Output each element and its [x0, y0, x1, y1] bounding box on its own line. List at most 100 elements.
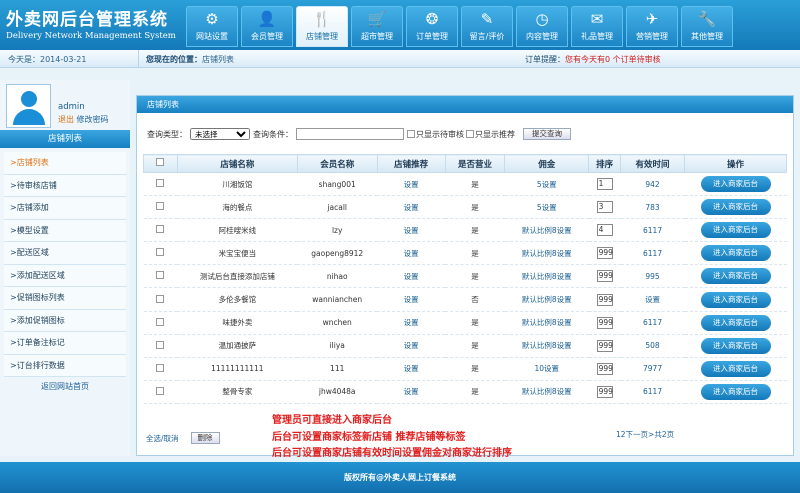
row-checkbox[interactable] — [156, 179, 165, 188]
commission-link[interactable]: 默认比例8设置 — [522, 249, 572, 258]
commission-link[interactable]: 默认比例8设置 — [522, 341, 572, 350]
valid-time[interactable]: 783 — [645, 203, 659, 212]
valid-time[interactable]: 设置 — [645, 295, 660, 304]
order-notice[interactable]: 订单提醒：您有今天有0 个订单待审核 — [525, 54, 661, 65]
sort-input[interactable]: 999 — [596, 293, 613, 306]
enter-shop-admin-button[interactable]: 进入商家后台 — [700, 245, 771, 262]
query-button[interactable]: 提交查询 — [523, 128, 571, 140]
recommend-link[interactable]: 设置 — [404, 295, 419, 304]
recommend-link[interactable]: 设置 — [404, 249, 419, 258]
row-checkbox[interactable] — [156, 248, 165, 257]
sidebar-item-5[interactable]: >添加配送区域 — [4, 264, 126, 287]
sort-input[interactable]: 999 — [596, 362, 613, 375]
sort-input[interactable]: 999 — [596, 270, 613, 283]
nav-item-1[interactable]: 👤 会员管理 — [241, 6, 293, 47]
enter-shop-admin-button[interactable]: 进入商家后台 — [700, 337, 771, 354]
member-name: jacall — [327, 202, 347, 212]
valid-time[interactable]: 7977 — [643, 364, 662, 373]
commission-link[interactable]: 默认比例8设置 — [522, 295, 572, 304]
row-checkbox[interactable] — [156, 202, 165, 211]
open-status: 是 — [471, 248, 479, 258]
sidebar-item-7[interactable]: >添加促销图标 — [4, 309, 126, 332]
sort-input[interactable]: 999 — [596, 247, 613, 260]
nav-item-6[interactable]: ◷ 内容管理 — [516, 6, 568, 47]
sidebar-item-8[interactable]: >订单备注标记 — [4, 332, 126, 355]
table-cell: 阿桂嗖米线 — [177, 218, 298, 243]
enter-shop-admin-button[interactable]: 进入商家后台 — [700, 222, 771, 239]
valid-time[interactable]: 6117 — [643, 249, 662, 258]
nav-item-5[interactable]: ✎ 留言/评价 — [461, 6, 513, 47]
pager[interactable]: 12下一页>共2页 — [616, 429, 674, 440]
sidebar-item-0[interactable]: >店铺列表 — [4, 152, 126, 175]
recommend-link[interactable]: 设置 — [404, 387, 419, 396]
enter-shop-admin-button[interactable]: 进入商家后台 — [700, 199, 771, 216]
change-password-link[interactable]: 修改密码 — [77, 115, 109, 124]
commission-link[interactable]: 5设置 — [537, 180, 557, 189]
recommend-link[interactable]: 设置 — [404, 272, 419, 281]
sidebar-item-1[interactable]: >待审核店铺 — [4, 174, 126, 197]
row-checkbox[interactable] — [156, 340, 165, 349]
commission-link[interactable]: 5设置 — [537, 203, 557, 212]
nav-item-3[interactable]: 🛒 超市管理 — [351, 6, 403, 47]
valid-time[interactable]: 6117 — [643, 226, 662, 235]
sort-input[interactable]: 1 — [596, 178, 613, 191]
notice-text[interactable]: 您有今天有0 个订单待审核 — [565, 55, 661, 64]
sidebar-item-4[interactable]: >配送区域 — [4, 242, 126, 265]
sidebar-item-9[interactable]: >订台排行数据 — [4, 354, 126, 377]
recommend-link[interactable]: 设置 — [404, 203, 419, 212]
nav-label: 会员管理 — [251, 32, 283, 41]
sort-input[interactable]: 999 — [596, 316, 613, 329]
nav-item-4[interactable]: ❂ 订单管理 — [406, 6, 458, 47]
enter-shop-admin-button[interactable]: 进入商家后台 — [700, 176, 771, 193]
recommend-link[interactable]: 设置 — [404, 341, 419, 350]
sidebar-item-6[interactable]: >促销图标列表 — [4, 287, 126, 310]
commission-link[interactable]: 默认比例8设置 — [522, 318, 572, 327]
enter-shop-admin-button[interactable]: 进入商家后台 — [700, 268, 771, 285]
only-pending-checkbox[interactable] — [407, 130, 415, 138]
recommend-link[interactable]: 设置 — [404, 318, 419, 327]
valid-time[interactable]: 995 — [645, 272, 659, 281]
home-link[interactable]: 返回网站首页 — [4, 377, 126, 397]
select-all-checkbox[interactable] — [156, 158, 165, 166]
commission-link[interactable]: 默认比例8设置 — [522, 226, 572, 235]
recommend-link[interactable]: 设置 — [404, 180, 419, 189]
valid-time[interactable]: 942 — [645, 180, 659, 189]
row-checkbox[interactable] — [156, 225, 165, 234]
row-checkbox[interactable] — [156, 271, 165, 280]
recommend-link[interactable]: 设置 — [404, 226, 419, 235]
recommend-link[interactable]: 设置 — [404, 364, 419, 373]
enter-shop-admin-button[interactable]: 进入商家后台 — [700, 314, 771, 331]
nav-item-7[interactable]: ✉ 礼品管理 — [571, 6, 623, 47]
logout-link[interactable]: 退出 — [58, 115, 74, 124]
sidebar-item-2[interactable]: >店铺添加 — [4, 197, 126, 220]
commission-link[interactable]: 默认比例8设置 — [522, 387, 572, 396]
commission-link[interactable]: 10设置 — [535, 364, 560, 373]
enter-shop-admin-button[interactable]: 进入商家后台 — [700, 291, 771, 308]
sort-input[interactable]: 999 — [596, 385, 613, 398]
delete-button[interactable]: 删除 — [190, 432, 220, 444]
only-recommended-checkbox[interactable] — [466, 130, 474, 138]
sort-input[interactable]: 4 — [596, 224, 613, 237]
sort-input[interactable]: 3 — [596, 201, 613, 214]
valid-time[interactable]: 6117 — [643, 387, 662, 396]
nav-item-9[interactable]: 🔧 其他管理 — [681, 6, 733, 47]
select-all-link[interactable]: 全选/取消 — [146, 433, 179, 444]
enter-shop-admin-button[interactable]: 进入商家后台 — [700, 383, 771, 400]
table-cell: wannianchen — [297, 287, 378, 312]
nav-item-2[interactable]: 🍴 店铺管理 — [296, 6, 348, 47]
shop-name: 阿桂嗖米线 — [218, 225, 257, 235]
enter-shop-admin-button[interactable]: 进入商家后台 — [700, 360, 771, 377]
row-checkbox[interactable] — [156, 294, 165, 303]
commission-link[interactable]: 默认比例8设置 — [522, 272, 572, 281]
query-type-select[interactable]: 未选择 — [190, 128, 250, 140]
row-checkbox[interactable] — [156, 363, 165, 372]
valid-time[interactable]: 6117 — [643, 318, 662, 327]
nav-item-8[interactable]: ✈ 营销管理 — [626, 6, 678, 47]
sort-input[interactable]: 999 — [596, 339, 613, 352]
query-input[interactable] — [296, 128, 404, 140]
row-checkbox[interactable] — [156, 317, 165, 326]
valid-time[interactable]: 508 — [645, 341, 659, 350]
nav-item-0[interactable]: ⚙ 网站设置 — [186, 6, 238, 47]
row-checkbox[interactable] — [156, 386, 165, 395]
sidebar-item-3[interactable]: >模型设置 — [4, 219, 126, 242]
